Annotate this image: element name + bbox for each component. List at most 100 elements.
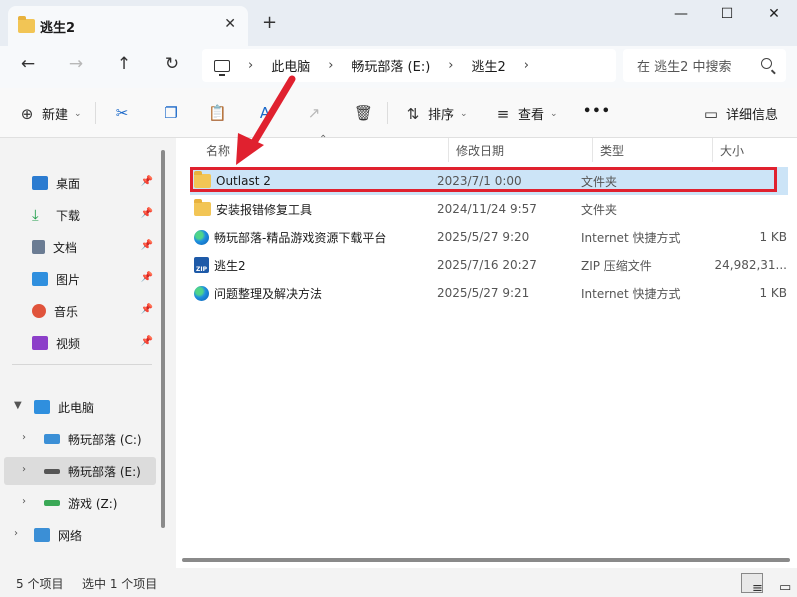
file-name: 逃生2	[214, 258, 246, 273]
more-options-button[interactable]: •••	[583, 104, 611, 119]
breadcrumb-current-folder[interactable]: 逃生2	[472, 56, 506, 75]
file-name: 安装报错修复工具	[216, 202, 313, 217]
pin-icon: 📌	[140, 304, 153, 315]
close-window-button[interactable]: ✕	[759, 6, 789, 22]
address-row: ← → ↑ ↻ › 此电脑 › 畅玩部落 (E:) › 逃生2 › 在 逃生2 …	[0, 46, 797, 88]
details-button[interactable]: ▭ 详细信息	[702, 104, 778, 124]
column-header-size[interactable]: 大小	[712, 138, 797, 162]
maximize-button[interactable]: ☐	[712, 6, 742, 22]
tab-bar: 逃生2 ✕ + — ☐ ✕	[0, 0, 797, 46]
edge-shortcut-icon	[194, 285, 209, 301]
file-name: 畅玩部落-精品游戏资源下载平台	[214, 230, 387, 245]
sidebar-item-label: 视频	[56, 336, 81, 351]
cut-button[interactable]: ✂	[113, 104, 137, 122]
tab-title: 逃生2	[40, 20, 76, 36]
search-input[interactable]: 在 逃生2 中搜索	[623, 49, 786, 82]
breadcrumb-separator: ›	[328, 58, 334, 73]
file-row[interactable]: ZIP 逃生2 2025/7/16 20:27 ZIP 压缩文件 24,982,3…	[190, 251, 788, 279]
file-size: 24,982,31...	[714, 258, 787, 272]
new-button[interactable]: ⊕ 新建 ⌄	[18, 104, 82, 124]
drive-icon	[44, 468, 60, 474]
breadcrumb-drive-e[interactable]: 畅玩部落 (E:)	[351, 56, 430, 75]
video-icon	[32, 336, 48, 350]
sidebar-item-pictures[interactable]: 图片 📌	[32, 265, 157, 293]
search-icon	[761, 58, 772, 69]
tab-close-icon[interactable]: ✕	[224, 16, 236, 32]
windows-drive-icon	[44, 434, 60, 444]
column-header-date[interactable]: 修改日期	[448, 138, 592, 162]
details-view-button[interactable]: ≡	[741, 573, 763, 596]
paste-button[interactable]: 📋	[208, 104, 232, 122]
sidebar-item-desktop[interactable]: 桌面 📌	[32, 169, 157, 197]
sidebar-item-drive-c[interactable]: 畅玩部落 (C:)	[44, 425, 157, 453]
file-size: 1 KB	[759, 286, 787, 300]
sidebar-item-label: 畅玩部落 (E:)	[68, 464, 141, 479]
refresh-button[interactable]: ↻	[160, 54, 184, 74]
drive-icon	[44, 500, 60, 506]
sidebar-item-drive-e[interactable]: 畅玩部落 (E:)	[4, 457, 156, 485]
sidebar-item-this-pc[interactable]: 此电脑	[34, 393, 157, 421]
share-button[interactable]: ↗	[305, 104, 329, 122]
sidebar-item-drive-z[interactable]: 游戏 (Z:)	[44, 489, 157, 517]
chevron-right-icon[interactable]: ›	[22, 464, 26, 475]
file-type: Internet 快捷方式	[581, 230, 681, 245]
tab-current[interactable]: 逃生2 ✕	[8, 6, 248, 46]
sidebar-item-network[interactable]: 网络	[34, 521, 157, 549]
selection-count: 选中 1 个项目	[82, 577, 158, 591]
horizontal-scrollbar[interactable]	[182, 558, 790, 562]
chevron-right-icon[interactable]: ›	[22, 496, 26, 507]
minimize-button[interactable]: —	[666, 6, 696, 22]
new-tab-button[interactable]: +	[262, 12, 277, 33]
trash-icon: 🗑	[354, 104, 374, 122]
chevron-down-icon: ⌄	[550, 108, 558, 119]
delete-button[interactable]: 🗑	[354, 104, 378, 122]
download-icon: ⤓	[32, 206, 39, 224]
sidebar-divider	[12, 364, 152, 365]
breadcrumb-separator: ›	[448, 58, 454, 73]
music-icon	[32, 304, 46, 318]
chevron-down-icon: ⌄	[74, 108, 82, 119]
forward-button[interactable]: →	[64, 54, 88, 74]
file-date: 2025/5/27 9:20	[437, 230, 530, 244]
status-bar: 5 个项目 选中 1 个项目 ≡ ▭	[0, 568, 797, 597]
chevron-right-icon[interactable]: ›	[22, 432, 26, 443]
chevron-right-icon[interactable]: ›	[14, 528, 18, 539]
sidebar-scrollbar[interactable]	[161, 150, 165, 528]
desktop-icon	[32, 176, 48, 190]
file-row[interactable]: 畅玩部落-精品游戏资源下载平台 2025/5/27 9:20 Internet …	[190, 223, 788, 251]
copy-button[interactable]: ❐	[162, 104, 186, 122]
sort-button[interactable]: ⇅ 排序 ⌄	[404, 104, 468, 124]
column-header-type[interactable]: 类型	[592, 138, 712, 162]
new-label: 新建	[42, 108, 69, 123]
folder-icon	[194, 199, 211, 216]
clipboard-icon: 📋	[208, 104, 227, 122]
sidebar-item-downloads[interactable]: ⤓ 下载 📌	[32, 201, 157, 229]
sidebar-item-music[interactable]: 音乐 📌	[32, 297, 157, 325]
chevron-down-icon[interactable]: ▼	[14, 400, 22, 411]
file-name: 问题整理及解决方法	[214, 286, 323, 301]
view-button[interactable]: ≡ 查看 ⌄	[494, 104, 558, 124]
up-button[interactable]: ↑	[112, 54, 136, 74]
file-row[interactable]: 问题整理及解决方法 2025/5/27 9:21 Internet 快捷方式 1…	[190, 279, 788, 307]
breadcrumb-this-pc[interactable]: 此电脑	[271, 56, 310, 75]
file-date: 2025/7/16 20:27	[437, 258, 537, 272]
tiles-view-button[interactable]: ▭	[768, 573, 792, 595]
sidebar-item-label: 网络	[58, 528, 83, 543]
command-bar: ⊕ 新建 ⌄ ✂ ❐ 📋 A ↗ 🗑 ⇅ 排序 ⌄ ≡ 查看 ⌄ ••• ▭ 详…	[0, 88, 797, 138]
item-count: 5 个项目	[16, 577, 64, 591]
sidebar-item-label: 游戏 (Z:)	[68, 496, 118, 511]
sidebar-item-videos[interactable]: 视频 📌	[32, 329, 157, 357]
file-row[interactable]: 安装报错修复工具 2024/11/24 9:57 文件夹	[190, 195, 788, 223]
pointer-arrow-icon	[236, 75, 296, 165]
plus-circle-icon: ⊕	[20, 104, 34, 123]
network-icon	[34, 528, 50, 542]
back-button[interactable]: ←	[16, 54, 40, 74]
toolbar-divider	[387, 102, 388, 124]
file-type: Internet 快捷方式	[581, 286, 681, 301]
file-type: 文件夹	[581, 202, 618, 217]
pin-icon: 📌	[140, 208, 153, 219]
highlight-box	[190, 167, 777, 192]
zip-icon: ZIP	[194, 257, 209, 273]
sidebar-item-documents[interactable]: 文档 📌	[32, 233, 157, 261]
tiles-view-icon: ▭	[779, 580, 792, 595]
